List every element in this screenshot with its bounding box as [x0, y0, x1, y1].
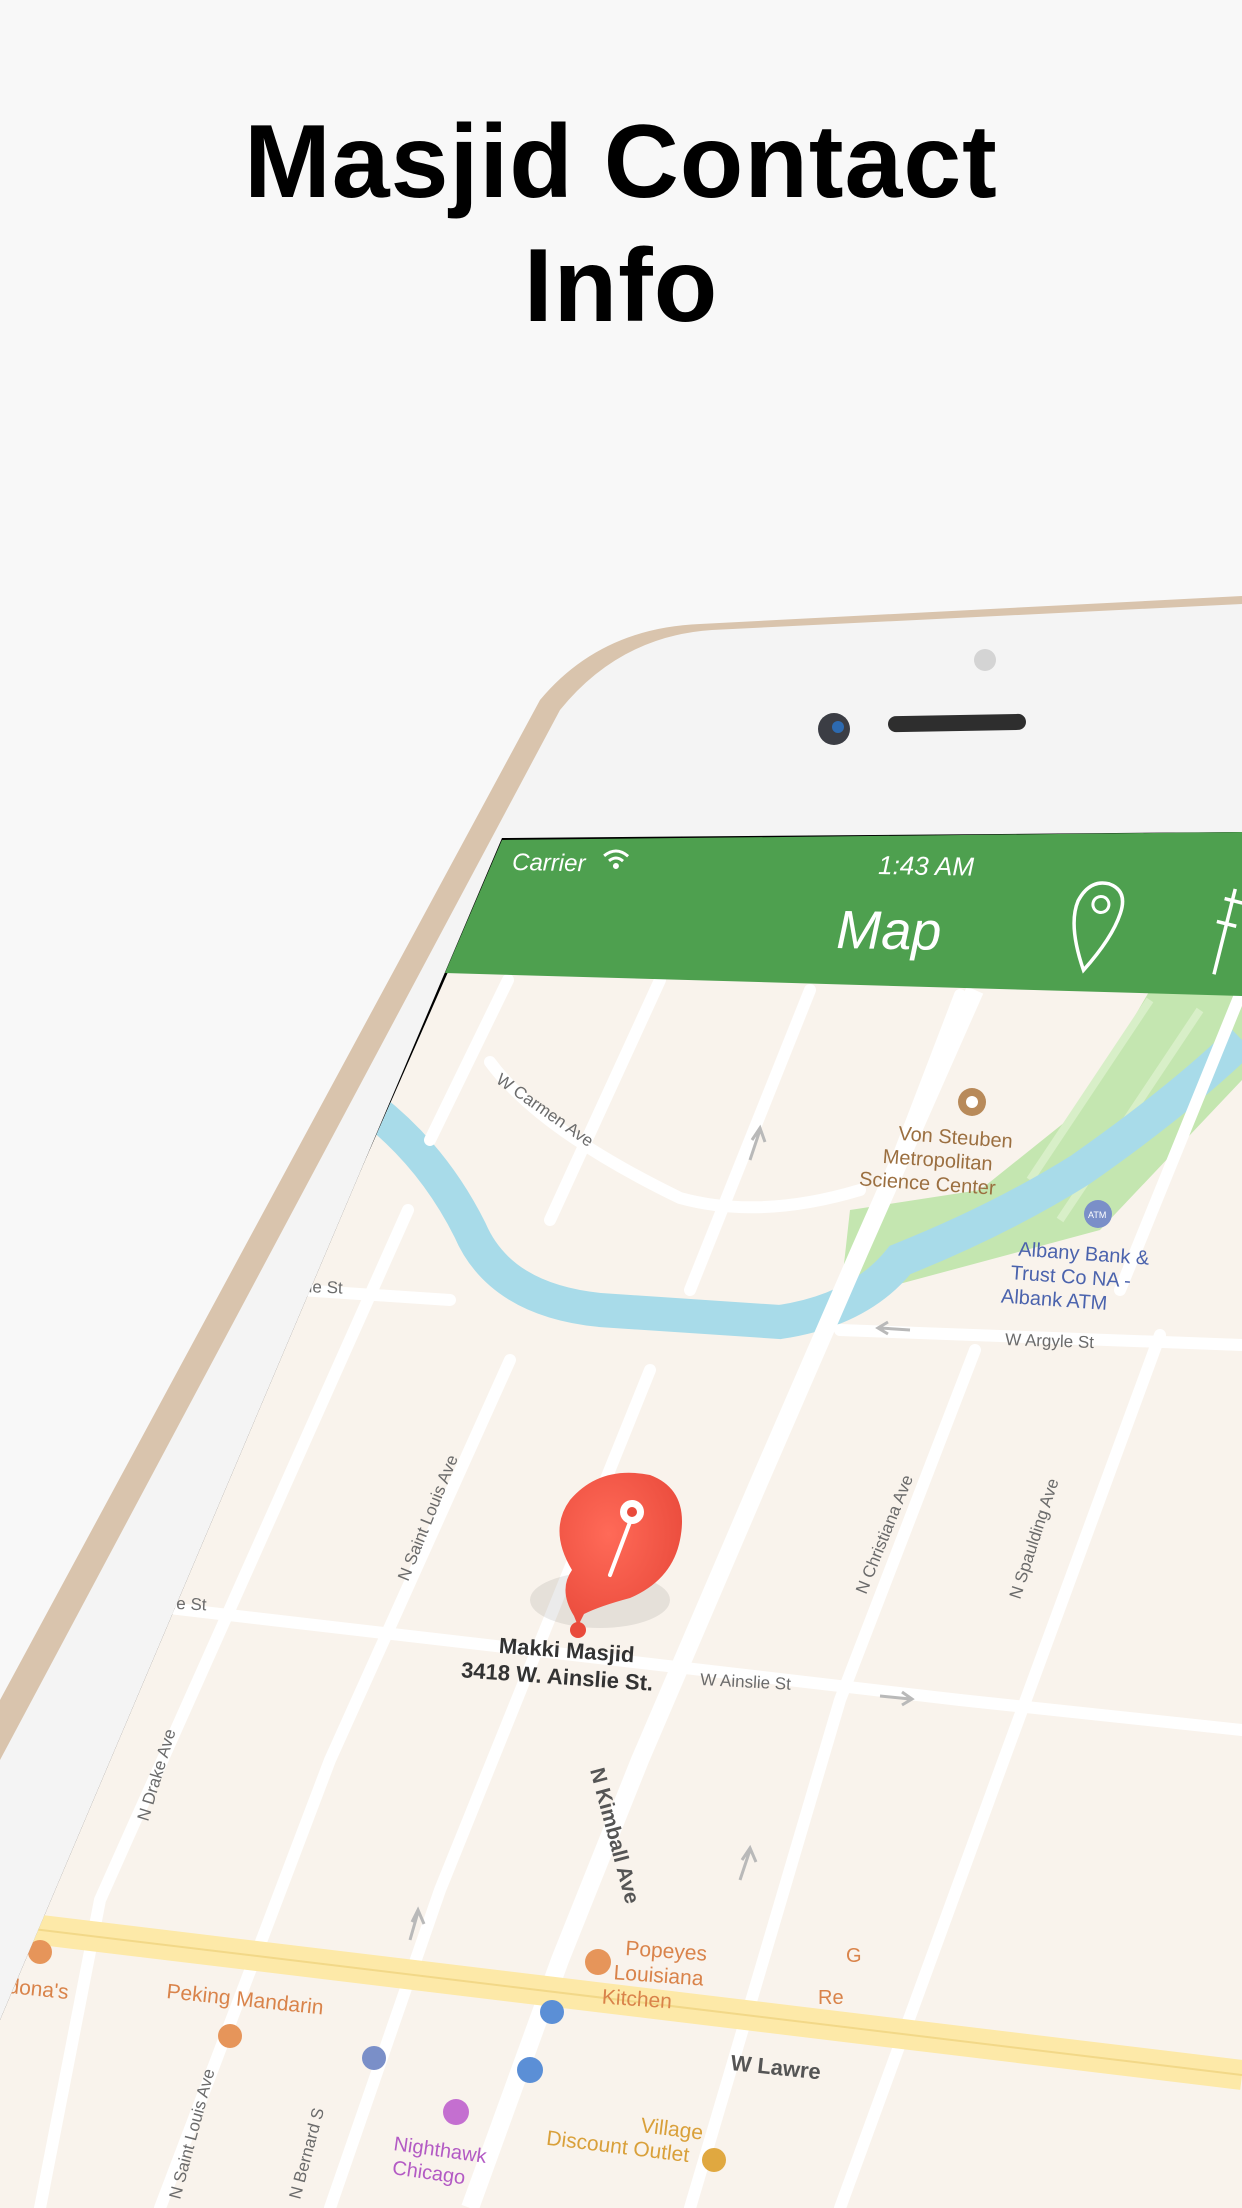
svg-text:ATM: ATM: [1088, 1210, 1106, 1220]
map-view[interactable]: W Carmen Ave W Argyle St W Ainslie St N …: [0, 960, 1242, 2208]
restaurant-icon: [218, 2024, 242, 2048]
status-carrier: Carrier: [512, 849, 587, 877]
transit-icon: [540, 2000, 564, 2024]
app-header: Carrier 1:43 AM Map: [445, 832, 1242, 996]
svg-text:Re: Re: [818, 1987, 844, 2009]
train-icon: [517, 2057, 543, 2083]
proximity-sensor: [974, 649, 996, 671]
svg-text:Kitchen: Kitchen: [601, 1986, 672, 2014]
street-label-w-argyle-st: W Argyle St: [1005, 1330, 1095, 1352]
phone-mockup: W Carmen Ave W Argyle St W Ainslie St N …: [0, 596, 1242, 2208]
bank-icon: [362, 2046, 386, 2070]
restaurant-icon: [585, 1949, 611, 1975]
status-time: 1:43 AM: [878, 850, 975, 882]
shopping-icon: [702, 2148, 726, 2172]
nav-title: Map: [836, 900, 942, 962]
bar-icon: [443, 2099, 469, 2125]
svg-text:G: G: [846, 1945, 862, 1967]
earpiece: [888, 713, 1026, 733]
